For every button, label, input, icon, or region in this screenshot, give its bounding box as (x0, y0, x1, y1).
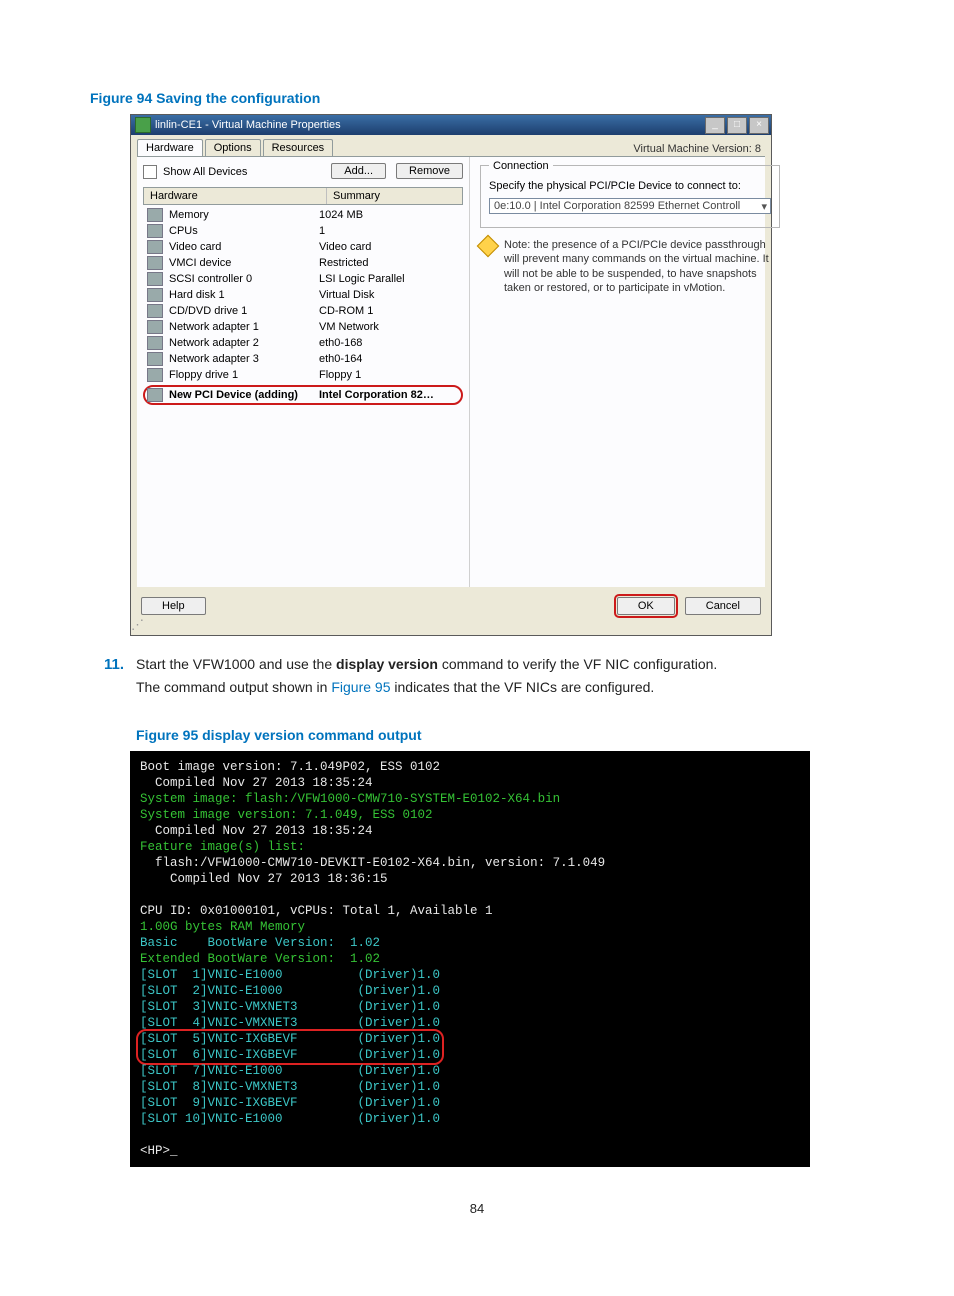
hw-row[interactable]: Network adapter 1VM Network (143, 319, 463, 335)
video-icon (147, 240, 163, 254)
maximize-button[interactable]: □ (727, 117, 747, 134)
hw-row[interactable]: Hard disk 1Virtual Disk (143, 287, 463, 303)
cddvd-icon (147, 304, 163, 318)
scsi-icon (147, 272, 163, 286)
vm-properties-dialog: linlin-CE1 - Virtual Machine Properties … (130, 114, 864, 636)
hw-row[interactable]: Floppy drive 1Floppy 1 (143, 367, 463, 383)
step-subtext: The command output shown in Figure 95 in… (136, 677, 864, 697)
cancel-button[interactable]: Cancel (685, 597, 761, 615)
hw-row[interactable]: Memory1024 MB (143, 207, 463, 223)
connection-legend: Connection (489, 160, 553, 172)
window-title: linlin-CE1 - Virtual Machine Properties (155, 119, 705, 131)
hw-row[interactable]: Network adapter 2eth0-168 (143, 335, 463, 351)
hw-row[interactable]: Network adapter 3eth0-164 (143, 351, 463, 367)
terminal-output: Boot image version: 7.1.049P02, ESS 0102… (130, 751, 810, 1167)
warning-text: Note: the presence of a PCI/PCIe device … (504, 238, 780, 295)
tab-resources[interactable]: Resources (263, 139, 334, 156)
warning-icon (477, 235, 500, 258)
hardware-list: Memory1024 MB CPUs1 Video cardVideo card… (143, 207, 463, 405)
add-button[interactable]: Add... (331, 163, 386, 179)
remove-button[interactable]: Remove (396, 163, 463, 179)
memory-icon (147, 208, 163, 222)
harddisk-icon (147, 288, 163, 302)
hw-row[interactable]: Video cardVideo card (143, 239, 463, 255)
pci-icon (147, 388, 163, 402)
nic-icon (147, 320, 163, 334)
nic-icon (147, 352, 163, 366)
hw-row-new-pci[interactable]: New PCI Device (adding)Intel Corporation… (143, 385, 463, 405)
hw-row[interactable]: CD/DVD drive 1CD-ROM 1 (143, 303, 463, 319)
cpu-icon (147, 224, 163, 238)
page-number: 84 (90, 1201, 864, 1216)
help-button[interactable]: Help (141, 597, 206, 615)
hw-row[interactable]: VMCI deviceRestricted (143, 255, 463, 271)
close-button[interactable]: × (749, 117, 769, 134)
col-summary: Summary (327, 188, 462, 204)
figure-95-link[interactable]: Figure 95 (331, 679, 390, 695)
hw-row[interactable]: CPUs1 (143, 223, 463, 239)
vmci-icon (147, 256, 163, 270)
show-all-checkbox[interactable] (143, 165, 157, 179)
pci-device-select[interactable]: 0e:10.0 | Intel Corporation 82599 Ethern… (489, 198, 771, 214)
nic-icon (147, 336, 163, 350)
vm-version-label: Virtual Machine Version: 8 (633, 143, 761, 155)
resize-grip-icon[interactable]: ⋰ (131, 617, 769, 633)
connection-desc: Specify the physical PCI/PCIe Device to … (489, 180, 771, 192)
figure-95-title: Figure 95 display version command output (136, 727, 864, 743)
window-titlebar: linlin-CE1 - Virtual Machine Properties … (131, 115, 771, 135)
figure-94-title: Figure 94 Saving the configuration (90, 90, 864, 106)
app-icon (135, 117, 151, 133)
col-hardware: Hardware (144, 188, 327, 204)
tab-hardware[interactable]: Hardware (137, 139, 203, 156)
ok-button[interactable]: OK (617, 597, 675, 615)
floppy-icon (147, 368, 163, 382)
step-number: 11. (90, 656, 124, 673)
hw-row[interactable]: SCSI controller 0LSI Logic Parallel (143, 271, 463, 287)
step-text: Start the VFW1000 and use the display ve… (136, 656, 864, 672)
tab-options[interactable]: Options (205, 139, 261, 156)
minimize-button[interactable]: _ (705, 117, 725, 134)
show-all-label: Show All Devices (163, 166, 247, 178)
